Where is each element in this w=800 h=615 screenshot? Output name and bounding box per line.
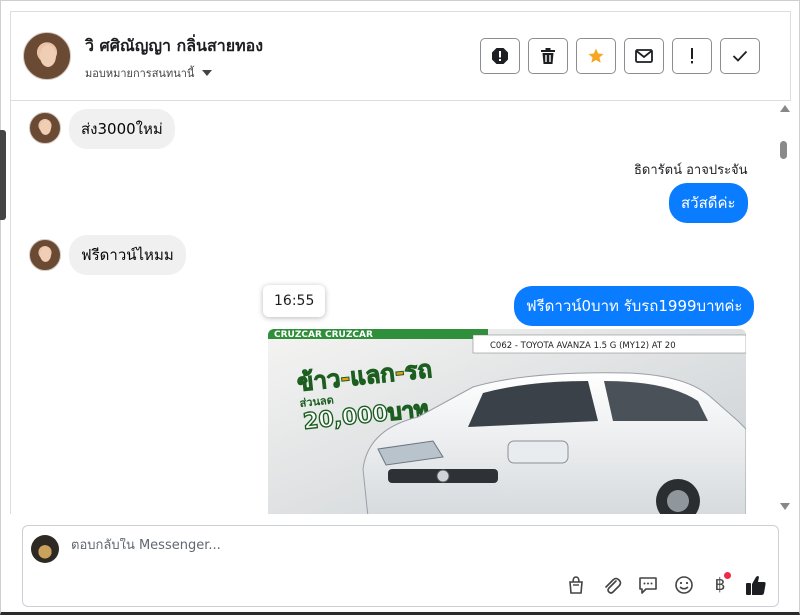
chat-bubble-icon bbox=[639, 577, 657, 594]
reply-input[interactable] bbox=[71, 538, 671, 553]
caret-down-icon bbox=[202, 70, 213, 76]
assign-label: มอบหมายการสนทนานี้ bbox=[85, 67, 195, 80]
star-button[interactable] bbox=[576, 38, 616, 74]
thread-scrollbar[interactable] bbox=[777, 101, 791, 514]
done-button[interactable] bbox=[720, 38, 760, 74]
follow-up-button[interactable] bbox=[672, 38, 712, 74]
ad-top-strip-text: CRUZCAR CRUZCAR bbox=[274, 330, 373, 340]
saved-replies-button[interactable] bbox=[635, 572, 661, 598]
star-icon bbox=[588, 48, 604, 63]
left-resize-handle[interactable] bbox=[0, 130, 6, 220]
conversation-header: วิ ศศิณัญญา กลิ่นสายทอง มอบหมายการสนทนาน… bbox=[10, 12, 791, 101]
header-actions bbox=[480, 38, 760, 74]
exclamation-icon bbox=[691, 48, 693, 64]
shop-button[interactable] bbox=[563, 572, 589, 598]
contact-avatar[interactable] bbox=[23, 32, 71, 80]
message-thread[interactable]: ส่ง3000ใหม่ ธิดารัตน์ อาจประจัน สวัสดีค่… bbox=[10, 101, 780, 514]
incoming-message[interactable]: ส่ง3000ใหม่ bbox=[69, 109, 175, 149]
timestamp-tooltip: 16:55 bbox=[263, 285, 326, 317]
scroll-thumb[interactable] bbox=[780, 141, 787, 159]
scroll-down-arrow-icon[interactable] bbox=[780, 503, 790, 510]
scroll-up-arrow-icon[interactable] bbox=[780, 105, 790, 112]
spam-button[interactable] bbox=[480, 38, 520, 74]
notification-dot bbox=[724, 572, 731, 579]
shopping-bag-icon bbox=[569, 576, 583, 594]
like-button[interactable] bbox=[743, 572, 769, 598]
paperclip-icon bbox=[605, 577, 622, 594]
incoming-message[interactable]: ฟรีดาวน์ไหมม bbox=[69, 235, 186, 275]
top-strip bbox=[10, 0, 791, 12]
payment-button[interactable]: ฿ bbox=[707, 572, 733, 598]
smiley-icon bbox=[675, 576, 693, 594]
delete-button[interactable] bbox=[528, 38, 568, 74]
mail-icon bbox=[635, 49, 653, 63]
attach-button[interactable] bbox=[599, 572, 625, 598]
outgoing-message[interactable]: ฟรีดาวน์0บาท รับรถ1999บาทค่ะ bbox=[514, 286, 755, 326]
reply-composer: ฿ bbox=[22, 525, 779, 607]
page-avatar bbox=[31, 535, 59, 563]
spam-icon bbox=[492, 48, 508, 64]
emoji-button[interactable] bbox=[671, 572, 697, 598]
contact-avatar-small bbox=[29, 239, 61, 271]
outgoing-message[interactable]: สวัสดีค่ะ bbox=[669, 183, 748, 223]
contact-avatar-small bbox=[29, 112, 61, 144]
trash-icon bbox=[541, 48, 555, 64]
assign-conversation-dropdown[interactable]: มอบหมายการสนทนานี้ bbox=[85, 64, 213, 82]
mark-unread-button[interactable] bbox=[624, 38, 664, 74]
check-icon bbox=[732, 50, 748, 62]
sender-name: ธิดารัตน์ อาจประจัน bbox=[634, 163, 748, 178]
thumbs-up-icon bbox=[746, 576, 766, 595]
car-promo-image: CRUZCAR CRUZCAR C062 - TOYOTA AVANZA 1.5… bbox=[268, 329, 746, 514]
baht-icon: ฿ bbox=[714, 575, 726, 595]
contact-name[interactable]: วิ ศศิณัญญา กลิ่นสายทอง bbox=[85, 34, 263, 59]
composer-tools: ฿ bbox=[563, 572, 769, 598]
ad-model-strip-text: C062 - TOYOTA AVANZA 1.5 G (MY12) AT 20 bbox=[490, 341, 676, 351]
image-attachment[interactable]: CRUZCAR CRUZCAR C062 - TOYOTA AVANZA 1.5… bbox=[268, 329, 746, 514]
